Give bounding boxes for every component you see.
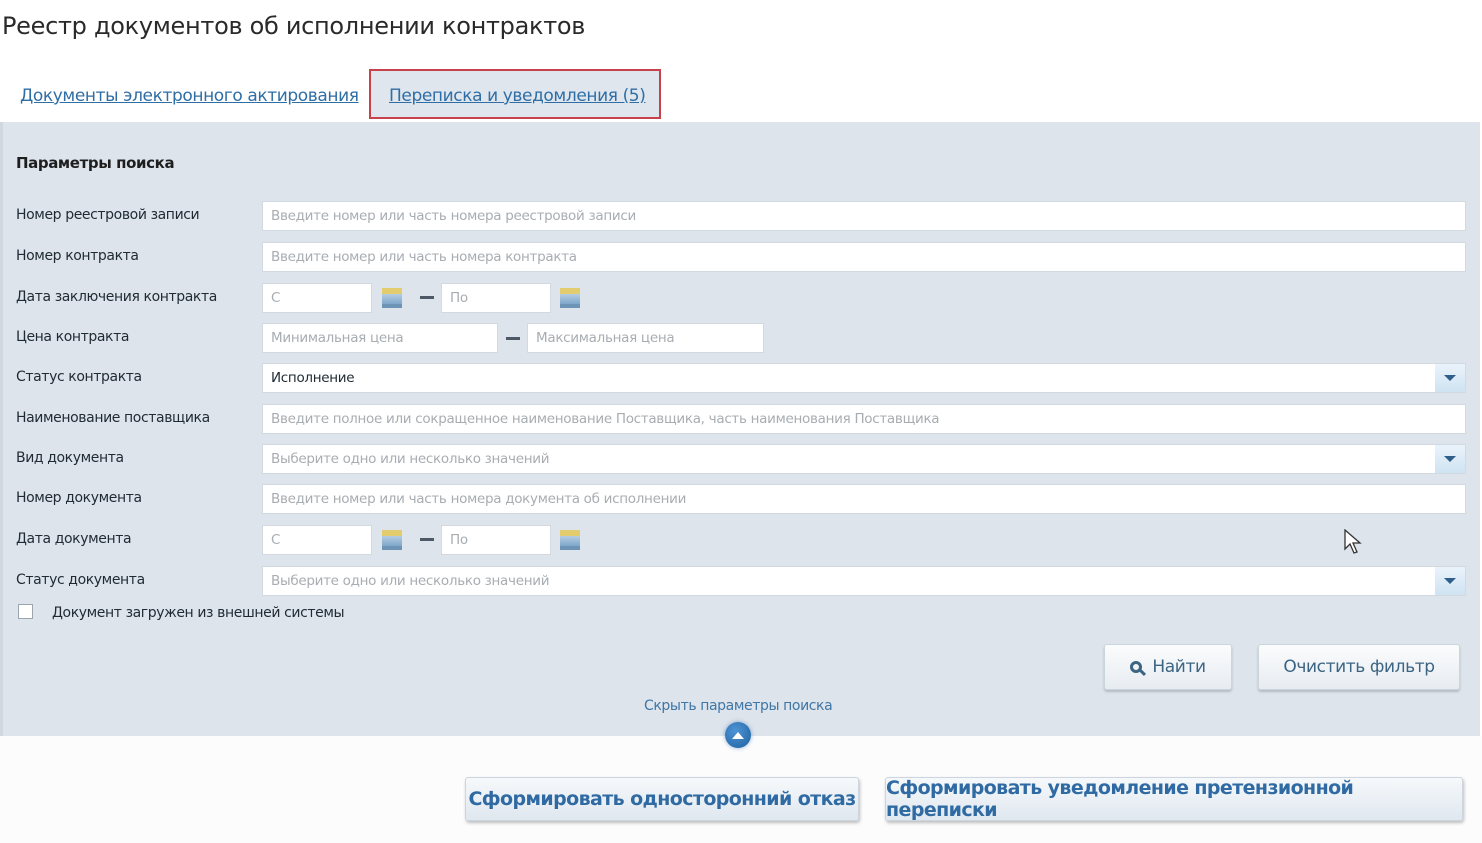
hide-search-params-link[interactable]: Скрыть параметры поиска (644, 698, 833, 714)
mouse-cursor-icon (1344, 529, 1362, 554)
external-system-label: Документ загружен из внешней системы (52, 605, 345, 621)
contract-date-from-input[interactable]: С (262, 283, 372, 313)
contract-date-label: Дата заключения контракта (16, 289, 217, 305)
calendar-icon[interactable] (382, 288, 402, 308)
chevron-up-icon (732, 731, 744, 739)
range-dash (420, 538, 434, 541)
document-number-input[interactable]: Введите номер или часть номера документа… (262, 484, 1466, 514)
clear-filter-button[interactable]: Очистить фильтр (1258, 644, 1460, 690)
range-dash (420, 296, 434, 299)
contract-price-max-input[interactable]: Максимальная цена (527, 323, 764, 353)
document-date-from-input[interactable]: С (262, 525, 372, 555)
find-button[interactable]: Найти (1104, 644, 1232, 690)
chevron-down-icon (1444, 375, 1456, 381)
supplier-name-input[interactable]: Введите полное или сокращенное наименова… (262, 404, 1466, 434)
contract-price-min-input[interactable]: Минимальная цена (262, 323, 498, 353)
registry-number-input[interactable]: Введите номер или часть номера реестрово… (262, 201, 1466, 231)
calendar-icon[interactable] (560, 288, 580, 308)
contract-price-label: Цена контракта (16, 329, 130, 345)
document-date-to-input[interactable]: По (441, 525, 551, 555)
contract-number-label: Номер контракта (16, 248, 139, 264)
search-panel-title: Параметры поиска (16, 154, 175, 172)
document-number-label: Номер документа (16, 490, 142, 506)
contract-date-to-input[interactable]: По (441, 283, 551, 313)
find-button-label: Найти (1152, 657, 1206, 677)
calendar-icon[interactable] (382, 530, 402, 550)
tab-highlight-frame: Переписка и уведомления (5) (369, 69, 661, 119)
external-system-checkbox[interactable] (18, 604, 33, 619)
dropdown-button[interactable] (1435, 364, 1465, 392)
contract-status-value: Исполнение (271, 370, 355, 386)
document-type-label: Вид документа (16, 450, 124, 466)
claim-notification-button[interactable]: Сформировать уведомление претензионной п… (885, 777, 1463, 821)
contract-number-input[interactable]: Введите номер или часть номера контракта (262, 242, 1466, 272)
document-status-placeholder: Выберите одно или несколько значений (271, 573, 550, 589)
registry-number-label: Номер реестровой записи (16, 207, 200, 223)
dropdown-button[interactable] (1435, 445, 1465, 473)
collapse-search-button[interactable] (725, 722, 751, 748)
document-type-placeholder: Выберите одно или несколько значений (271, 451, 550, 467)
tab-electronic-acts[interactable]: Документы электронного актирования (20, 86, 359, 106)
supplier-name-label: Наименование поставщика (16, 410, 210, 426)
document-status-label: Статус документа (16, 572, 145, 588)
document-date-label: Дата документа (16, 531, 132, 547)
page-title: Реестр документов об исполнении контракт… (2, 12, 586, 40)
document-status-select[interactable]: Выберите одно или несколько значений (262, 566, 1466, 596)
contract-status-label: Статус контракта (16, 369, 142, 385)
tab-correspondence[interactable]: Переписка и уведомления (5) (389, 86, 646, 106)
unilateral-refusal-button[interactable]: Сформировать односторонний отказ (465, 777, 859, 821)
document-type-select[interactable]: Выберите одно или несколько значений (262, 444, 1466, 474)
chevron-down-icon (1444, 578, 1456, 584)
search-icon (1130, 661, 1143, 673)
dropdown-button[interactable] (1435, 567, 1465, 595)
range-dash (506, 337, 520, 340)
contract-status-select[interactable]: Исполнение (262, 363, 1466, 393)
calendar-icon[interactable] (560, 530, 580, 550)
chevron-down-icon (1444, 456, 1456, 462)
